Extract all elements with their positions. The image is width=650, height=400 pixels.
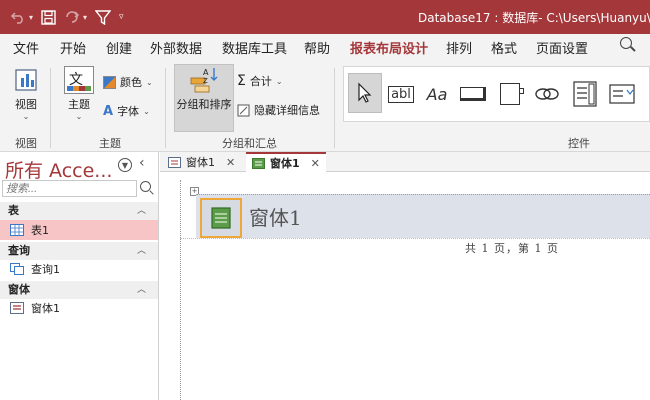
collapse-section-icon[interactable]: ︿: [137, 243, 146, 256]
collapse-section-icon[interactable]: ︿: [137, 282, 146, 295]
colors-icon: [103, 75, 116, 89]
redo-icon[interactable]: [64, 6, 80, 28]
theme-dropdown-icon: ⌄: [75, 112, 83, 121]
navigation-pane: 所有 Acce... ▼ ‹ 表 ︿ 表1 查询 ︿ 查询1 窗体 ︿ 窗体1: [0, 152, 159, 400]
form-icon: [10, 302, 24, 314]
collapse-section-icon[interactable]: ︿: [137, 203, 146, 216]
nav-item-form1[interactable]: 窗体1: [0, 298, 158, 318]
page-number[interactable]: 共 1 页，第 1 页: [465, 240, 559, 256]
customize-qat-icon[interactable]: ▿: [119, 6, 124, 28]
tab-create[interactable]: 创建: [106, 38, 132, 57]
close-icon[interactable]: ✕: [226, 156, 235, 169]
nav-pane-title[interactable]: 所有 Acce...: [5, 156, 112, 183]
svg-text:A: A: [203, 68, 209, 77]
link-icon: [535, 88, 559, 100]
view-button[interactable]: 视图 ⌄: [13, 66, 39, 121]
tab-control-icon: [500, 83, 524, 105]
theme-icon: 文: [64, 66, 94, 94]
query-icon: [10, 263, 24, 275]
gridline: [196, 194, 650, 195]
title-bar: ▾ ▾ ▿ Database17 : 数据库- C:\Users\Huanyu\…: [0, 0, 650, 34]
report-icon: [252, 157, 265, 169]
fonts-icon: A: [103, 103, 114, 119]
window-title: Database17 : 数据库- C:\Users\Huanyu\Docu: [418, 11, 650, 25]
group-sort-icon: A Z: [190, 68, 218, 93]
hide-details-icon: [237, 104, 250, 116]
ribbon-divider: [334, 68, 335, 148]
label-icon: Aa: [426, 84, 448, 104]
theme-button[interactable]: 文 主题 ⌄: [64, 66, 94, 121]
tab-page-setup[interactable]: 页面设置: [536, 38, 588, 57]
layout-canvas: + 窗体1 共 1 页，第 1 页: [160, 172, 650, 400]
label-control[interactable]: Aa: [421, 77, 453, 111]
textbox-icon: abl: [388, 85, 414, 103]
filter-icon[interactable]: [95, 6, 112, 28]
tab-file[interactable]: 文件: [13, 38, 39, 57]
table-icon: [10, 224, 24, 236]
tab-help[interactable]: 帮助: [304, 38, 330, 57]
nav-item-query1[interactable]: 查询1: [0, 259, 158, 279]
nav-section-tables[interactable]: 表 ︿: [0, 202, 158, 220]
sigma-icon: Σ: [237, 73, 246, 89]
tab-home[interactable]: 开始: [60, 38, 86, 57]
ribbon: 视图 ⌄ 视图 文 主题 ⌄ 颜色 ⌄ A 字体 ⌄ 主题 A Z 分组和排序 Σ …: [0, 60, 650, 152]
search-icon: [620, 37, 632, 49]
form-logo-icon: [211, 207, 231, 229]
undo-dropdown-icon[interactable]: ▾: [29, 13, 33, 22]
totals-button[interactable]: Σ 合计 ⌄: [237, 73, 283, 89]
group-label-controls: 控件: [568, 137, 590, 150]
pointer-icon: [358, 82, 372, 103]
group-label-view: 视图: [15, 137, 37, 150]
fonts-button[interactable]: A 字体 ⌄: [103, 103, 150, 119]
hyperlink-control[interactable]: [531, 77, 563, 111]
tab-external-data[interactable]: 外部数据: [150, 38, 202, 57]
nav-section-queries[interactable]: 查询 ︿: [0, 242, 158, 260]
nav-item-table1[interactable]: 表1: [0, 220, 158, 240]
nav-menu-chevron-icon[interactable]: ▼: [118, 158, 132, 172]
doc-tab-form1-active[interactable]: 窗体1 ✕: [246, 152, 326, 172]
tab-report-layout-design[interactable]: 报表布局设计: [350, 38, 429, 62]
view-dropdown-icon: ⌄: [22, 112, 30, 121]
tab-database-tools[interactable]: 数据库工具: [222, 38, 287, 57]
select-pointer-control[interactable]: [348, 73, 382, 113]
tab-control[interactable]: [494, 77, 526, 111]
list-box-control[interactable]: [606, 77, 638, 111]
controls-gallery: abl Aa: [343, 66, 650, 122]
nav-collapse-icon[interactable]: ‹: [139, 155, 145, 171]
tab-arrange[interactable]: 排列: [446, 38, 472, 57]
redo-dropdown-icon[interactable]: ▾: [83, 13, 87, 22]
button-icon: [460, 87, 486, 101]
tab-format[interactable]: 格式: [491, 38, 517, 57]
group-label-grouping: 分组和汇总: [222, 137, 277, 150]
svg-text:Z: Z: [203, 77, 208, 85]
report-title[interactable]: 窗体1: [249, 202, 302, 231]
gridline: [180, 238, 650, 239]
nav-search-input[interactable]: [2, 180, 137, 197]
ribbon-divider: [50, 68, 51, 148]
ribbon-divider: [165, 68, 166, 148]
doc-tab-form1[interactable]: 窗体1 ✕: [162, 152, 241, 172]
menu-bar: 文件 开始 创建 外部数据 数据库工具 帮助 报表布局设计 排列 格式 页面设置: [0, 34, 650, 62]
group-label-theme: 主题: [99, 137, 121, 150]
list-box-icon: [573, 81, 597, 107]
report-logo[interactable]: [200, 198, 242, 238]
combo-box-control[interactable]: [569, 77, 601, 111]
close-icon[interactable]: ✕: [311, 157, 320, 170]
save-icon[interactable]: [41, 6, 56, 28]
view-icon: [15, 69, 37, 91]
nav-section-forms[interactable]: 窗体 ︿: [0, 281, 158, 299]
quick-access-toolbar: ▾ ▾ ▿: [10, 6, 124, 28]
group-and-sort-content: A Z 分组和排序: [176, 68, 232, 111]
tell-me-search[interactable]: [620, 37, 632, 53]
undo-icon[interactable]: [10, 6, 26, 28]
form-icon: [168, 156, 181, 168]
button-control[interactable]: [457, 77, 489, 111]
textbox-control[interactable]: abl: [385, 77, 417, 111]
colors-button[interactable]: 颜色 ⌄: [103, 74, 153, 90]
search-icon[interactable]: [140, 181, 151, 192]
document-tabs: 窗体1 ✕ 窗体1 ✕: [160, 152, 650, 172]
combo-box-icon: [609, 84, 635, 104]
gridline: [180, 180, 181, 400]
hide-details-button[interactable]: 隐藏详细信息: [237, 102, 320, 118]
